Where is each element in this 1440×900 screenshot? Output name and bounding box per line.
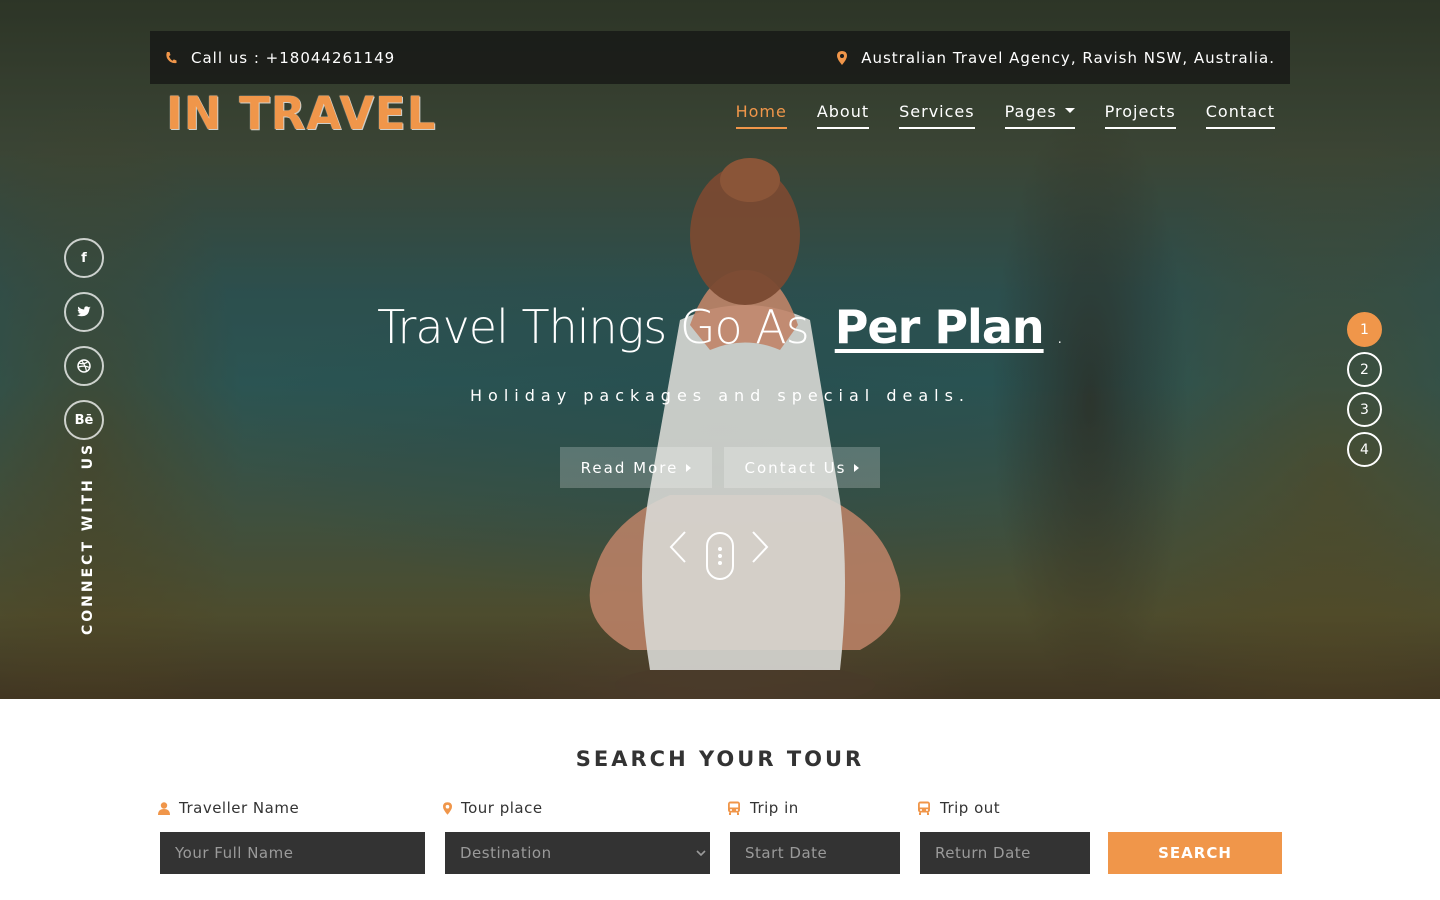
read-more-button[interactable]: Read More — [560, 447, 712, 488]
behance-icon[interactable]: Bē — [64, 400, 104, 440]
phone-info: Call us : +18044261149 — [165, 49, 395, 67]
trip-out-label: Trip out — [917, 799, 1000, 817]
phone-text[interactable]: Call us : +18044261149 — [191, 49, 395, 67]
contact-us-label: Contact Us — [744, 458, 847, 477]
nav-item-contact[interactable]: Contact — [1205, 102, 1275, 129]
slide-page-4[interactable]: 4 — [1347, 432, 1382, 467]
trip-in-label: Trip in — [727, 799, 799, 817]
nav-label: Services — [899, 102, 975, 121]
nav-label: Home — [735, 102, 787, 121]
hero-headline: Travel Things Go As Per Plan. — [0, 300, 1440, 354]
behance-glyph: Bē — [74, 412, 94, 428]
nav-item-home[interactable]: Home — [735, 102, 787, 129]
read-more-label: Read More — [580, 458, 679, 477]
user-icon — [158, 801, 170, 815]
tour-place-label: Tour place — [443, 799, 543, 817]
nav-item-pages[interactable]: Pages — [1004, 102, 1075, 129]
traveller-label-text: Traveller Name — [179, 799, 300, 817]
map-marker-icon — [443, 801, 452, 815]
nav-item-projects[interactable]: Projects — [1104, 102, 1176, 129]
nav-label: About — [816, 102, 870, 121]
destination-select[interactable]: Destination — [445, 832, 710, 874]
bus-icon — [918, 801, 930, 815]
top-info-bar: Call us : +18044261149 Australian Travel… — [150, 31, 1290, 84]
connect-with-us-label: CONNECT WITH US — [80, 441, 96, 635]
caret-right-icon — [854, 463, 860, 472]
trip-in-label-text: Trip in — [750, 799, 799, 817]
map-marker-icon — [837, 50, 848, 65]
slide-page-1[interactable]: 1 — [1347, 312, 1382, 347]
hero-background-figure — [589, 158, 901, 699]
nav-label: Projects — [1104, 102, 1176, 121]
nav-item-services[interactable]: Services — [899, 102, 975, 129]
traveller-name-input[interactable]: Your Full Name — [160, 832, 425, 874]
caret-right-icon — [686, 463, 692, 472]
slide-page-3[interactable]: 3 — [1347, 392, 1382, 427]
search-section-title: SEARCH YOUR TOUR — [575, 747, 865, 771]
site-logo[interactable]: IN TRAVEL — [166, 88, 436, 140]
address-info: Australian Travel Agency, Ravish NSW, Au… — [837, 49, 1275, 67]
facebook-icon[interactable]: f — [64, 238, 104, 278]
return-date-input[interactable]: Return Date — [920, 832, 1090, 874]
start-date-placeholder: Start Date — [745, 844, 828, 862]
main-nav: Home About Services Pages Projects Conta… — [735, 102, 1275, 129]
destination-selected-value: Destination — [460, 844, 552, 862]
return-date-placeholder: Return Date — [935, 844, 1031, 862]
headline-suffix: . — [1055, 320, 1064, 350]
facebook-glyph: f — [81, 250, 87, 266]
headline-emphasis: Per Plan — [834, 300, 1045, 354]
start-date-input[interactable]: Start Date — [730, 832, 900, 874]
search-button[interactable]: SEARCH — [1108, 832, 1282, 874]
traveller-name-label: Traveller Name — [158, 799, 299, 817]
hero-subtitle: Holiday packages and special deals. — [470, 386, 970, 405]
contact-us-button[interactable]: Contact Us — [724, 447, 880, 488]
traveller-name-placeholder: Your Full Name — [175, 844, 294, 862]
nav-item-about[interactable]: About — [816, 102, 870, 129]
nav-label: Pages — [1004, 102, 1057, 121]
address-text: Australian Travel Agency, Ravish NSW, Au… — [861, 48, 1275, 67]
scroll-indicator-icon[interactable] — [706, 532, 734, 580]
chevron-right-icon[interactable] — [750, 530, 770, 564]
tour-place-label-text: Tour place — [461, 799, 543, 817]
chevron-left-icon[interactable] — [668, 530, 688, 564]
slide-page-2[interactable]: 2 — [1347, 352, 1382, 387]
bus-icon — [728, 801, 740, 815]
nav-label: Contact — [1205, 102, 1275, 121]
headline-prefix: Travel Things Go As — [377, 300, 810, 354]
slide-pager: 1 2 3 4 — [1347, 312, 1382, 467]
caret-down-icon — [1064, 108, 1075, 113]
trip-out-label-text: Trip out — [940, 799, 1001, 817]
chevron-down-icon — [696, 850, 706, 856]
phone-icon — [165, 51, 177, 65]
